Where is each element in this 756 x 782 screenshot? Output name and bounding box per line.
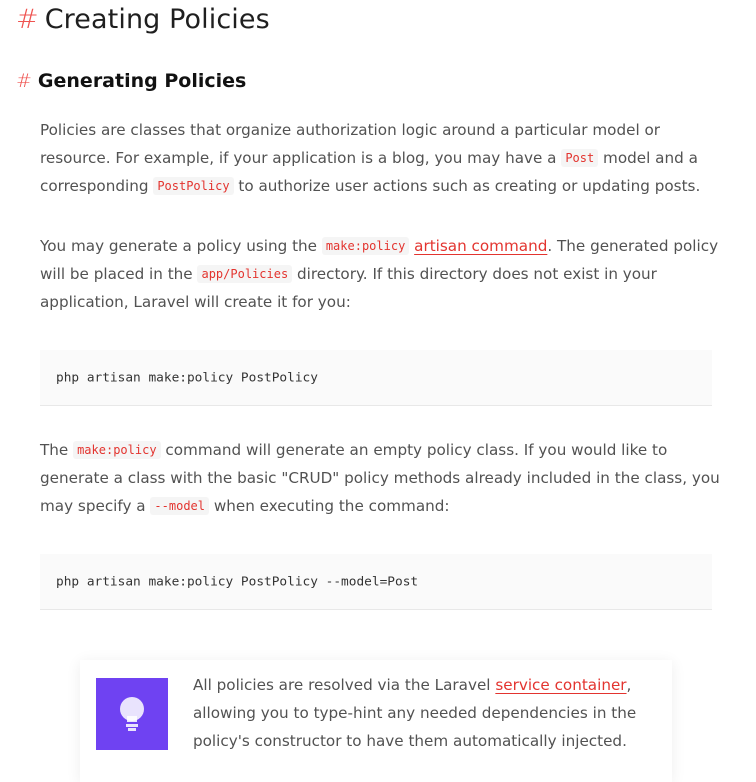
page-title: # Creating Policies: [16, 4, 270, 35]
text: when executing the command:: [209, 497, 450, 515]
paragraph-intro: Policies are classes that organize autho…: [40, 116, 720, 200]
inline-code-make-policy: make:policy: [321, 237, 410, 255]
callout-text: All policies are resolved via the Larave…: [193, 671, 653, 755]
callout-icon-box: [96, 678, 168, 750]
inline-code-postpolicy: PostPolicy: [153, 177, 234, 195]
inline-code-post: Post: [561, 149, 599, 167]
section-heading-text: Generating Policies: [37, 70, 247, 92]
heading-anchor-link[interactable]: #: [16, 4, 39, 35]
inline-code-app-policies: app/Policies: [197, 265, 293, 283]
text: You may generate a policy using the: [40, 237, 322, 255]
page-title-text: Creating Policies: [44, 4, 270, 35]
code-block: php artisan make:policy PostPolicy --mod…: [40, 554, 712, 610]
inline-code-model: --model: [150, 497, 209, 515]
inline-code-make-policy: make:policy: [73, 441, 161, 459]
paragraph-generate: You may generate a policy using the make…: [40, 232, 720, 316]
text: to authorize user actions such as creati…: [233, 177, 701, 195]
code-block-text: php artisan make:policy PostPolicy: [56, 370, 318, 385]
service-container-link[interactable]: service container: [495, 676, 626, 694]
paragraph-model-option: The make:policy command will generate an…: [40, 436, 720, 520]
section-heading: # Generating Policies: [16, 70, 246, 92]
tip-callout: All policies are resolved via the Larave…: [80, 660, 672, 782]
section-anchor-link[interactable]: #: [16, 70, 32, 92]
lightbulb-icon: [120, 697, 144, 731]
code-block: php artisan make:policy PostPolicy: [40, 350, 712, 406]
code-block-text: php artisan make:policy PostPolicy --mod…: [56, 574, 419, 589]
text: The: [40, 441, 74, 459]
artisan-command-link[interactable]: artisan command: [414, 237, 547, 255]
text: All policies are resolved via the Larave…: [193, 676, 496, 694]
